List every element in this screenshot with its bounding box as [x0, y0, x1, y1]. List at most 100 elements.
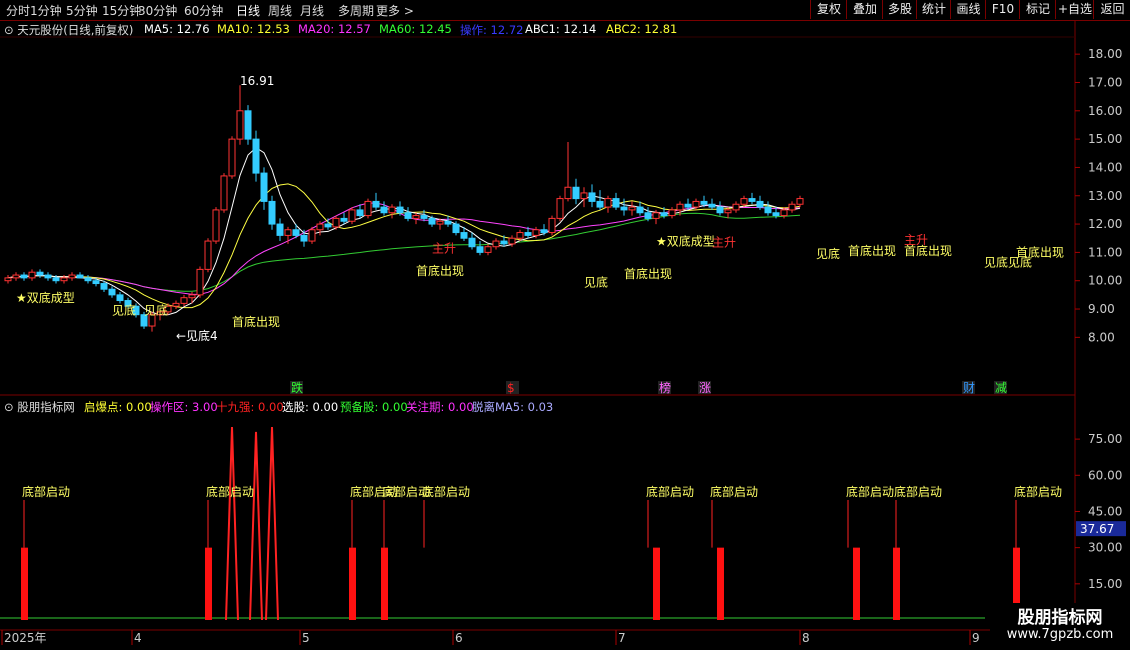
candle-body — [388, 206, 396, 214]
candle-body — [300, 234, 308, 242]
price-tick-label: 17.00 — [1088, 75, 1122, 89]
annotation-label: 见底 — [144, 303, 168, 318]
indicator-2: 十九强: 0.00 — [216, 400, 284, 414]
indicator-4: 操作: 12.72 — [460, 23, 524, 37]
candle-body — [116, 294, 124, 302]
sub-label: 底部启动 — [1014, 484, 1062, 499]
sub-bar — [853, 547, 860, 620]
indicator-4: 预备股: 0.00 — [340, 400, 408, 414]
candle-body — [412, 215, 420, 219]
candle-body — [452, 223, 460, 234]
candle-body — [756, 200, 764, 208]
candle-body — [324, 223, 332, 228]
candle-body — [180, 297, 188, 304]
candle-body — [44, 274, 52, 279]
candle-body — [12, 274, 20, 279]
candle-body — [436, 220, 444, 225]
candle-body — [748, 198, 756, 202]
candle-body — [236, 110, 244, 140]
candle-body — [340, 217, 348, 222]
sub-label: 底部启动 — [846, 484, 894, 499]
candle-body — [484, 246, 492, 253]
candle-body — [548, 217, 556, 234]
signal-glyph: $ — [507, 381, 515, 395]
annotation-label: 首底出现 — [232, 314, 280, 329]
indicator-0: 启爆点: 0.00 — [84, 400, 152, 414]
watermark: 股朋指标网 www.7gpzb.com — [990, 603, 1130, 648]
candle-body — [724, 209, 732, 214]
panel-title[interactable]: ⊙ 天元股份(日线,前复权) — [4, 22, 133, 38]
candle-body — [396, 206, 404, 214]
annotation-label: ★双底成型 — [16, 290, 75, 305]
candle-body — [444, 220, 452, 225]
indicator-1: 操作区: 3.00 — [150, 400, 218, 414]
sub-spike — [249, 431, 263, 621]
x-tick-label: 4 — [134, 631, 142, 645]
candle-body — [404, 212, 412, 219]
annotation-label: 首底出现 — [904, 243, 952, 258]
price-tick-label: 9.00 — [1088, 302, 1115, 316]
candle-body — [268, 200, 276, 225]
indicator-5: 关注期: 0.00 — [406, 400, 474, 414]
sub-tick-label: 45.00 — [1088, 504, 1122, 518]
candle-body — [172, 302, 180, 307]
candle-body — [420, 215, 428, 219]
candle-body — [380, 206, 388, 214]
annotation-label: ←见底4 — [176, 328, 218, 343]
sub-tick-label: 60.00 — [1088, 468, 1122, 482]
candle-body — [212, 209, 220, 242]
x-tick-label: 5 — [302, 631, 310, 645]
price-tick-label: 16.00 — [1088, 104, 1122, 118]
panel-title[interactable]: ⊙ 股朋指标网 — [4, 399, 75, 415]
candle-body — [740, 198, 748, 205]
candle-body — [308, 229, 316, 242]
annotation-label: 首底出现 — [1016, 245, 1064, 260]
sub-label: 底部启动 — [710, 484, 758, 499]
candle-body — [356, 209, 364, 217]
candle-body — [532, 229, 540, 236]
signal-glyph: 减 — [995, 381, 1007, 395]
candle-body — [684, 203, 692, 208]
sub-current-value: 37.67 — [1080, 522, 1114, 536]
candle-body — [788, 203, 796, 211]
candle-body — [700, 200, 708, 205]
candle-body — [220, 175, 228, 211]
price-tick-label: 13.00 — [1088, 189, 1122, 203]
candle-body — [772, 212, 780, 217]
watermark-url: www.7gpzb.com — [1006, 627, 1114, 642]
ma5-line — [7, 146, 801, 316]
candle-body — [244, 110, 252, 140]
candle-body — [260, 172, 268, 202]
annotation-label: 见底 — [112, 303, 136, 318]
candle-body — [468, 237, 476, 248]
candle-body — [100, 283, 108, 290]
sub-tick-label: 15.00 — [1088, 577, 1122, 591]
candle-body — [460, 232, 468, 239]
price-tick-label: 15.00 — [1088, 132, 1122, 146]
candle-body — [228, 138, 236, 177]
annotation-label: 首底出现 — [416, 263, 464, 278]
sub-bar — [717, 547, 724, 620]
candle-body — [292, 229, 300, 236]
candle-body — [620, 206, 628, 211]
sub-label: 底部启动 — [22, 484, 70, 499]
sub-spike — [265, 427, 279, 621]
sub-tick-label: 30.00 — [1088, 541, 1122, 555]
indicator-5: ABC1: 12.14 — [525, 22, 597, 36]
sub-tick-label: 75.00 — [1088, 432, 1122, 446]
candle-body — [636, 206, 644, 214]
annotation-label: 16.91 — [240, 74, 274, 88]
candle-body — [500, 240, 508, 245]
candle-body — [108, 288, 116, 296]
candle-body — [52, 277, 60, 282]
x-tick-label: 2025年 — [4, 631, 47, 645]
candle-body — [68, 274, 76, 279]
candle-body — [316, 223, 324, 231]
candle-body — [660, 212, 668, 217]
sub-bar — [653, 547, 660, 620]
candle-body — [780, 209, 788, 217]
candle-body — [372, 200, 380, 208]
sub-label: 底部启动 — [646, 484, 694, 499]
candle-body — [516, 232, 524, 239]
candle-body — [596, 200, 604, 208]
